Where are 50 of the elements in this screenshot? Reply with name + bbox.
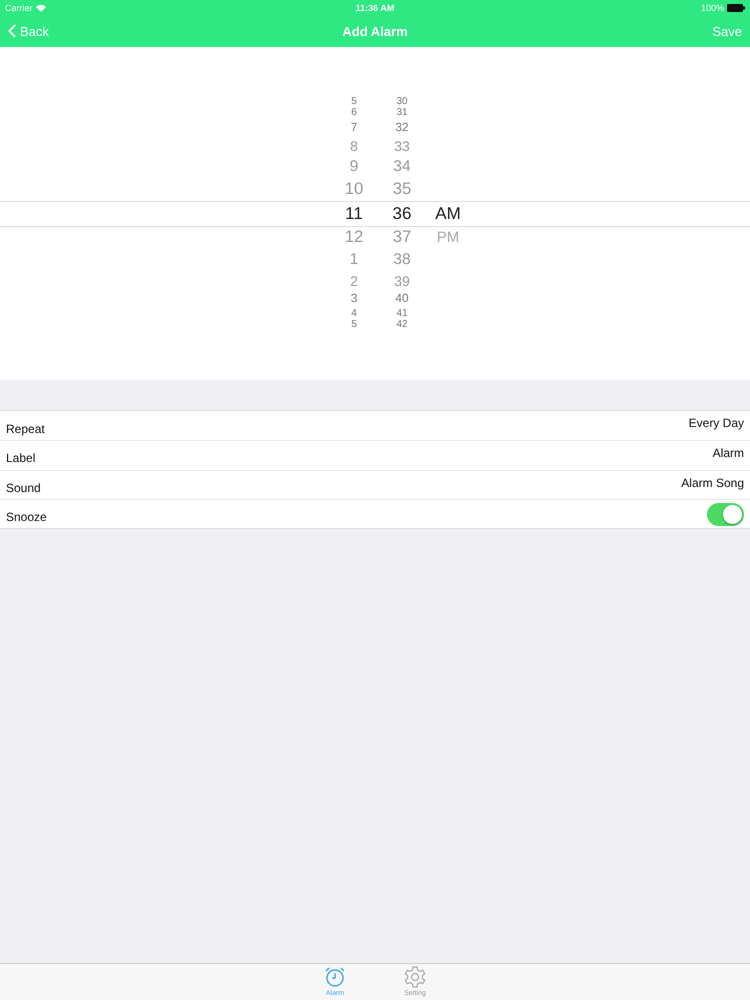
picker-item[interactable]: 41 xyxy=(396,309,408,320)
picker-item[interactable]: 37 xyxy=(392,228,412,246)
alarm-clock-icon xyxy=(323,965,347,989)
picker-item[interactable]: 11 xyxy=(345,205,363,222)
nav-title: Add Alarm xyxy=(342,24,408,38)
settings-row[interactable]: Label Alarm xyxy=(0,440,750,470)
picker-item[interactable]: 42 xyxy=(396,320,408,330)
picker-item[interactable]: 10 xyxy=(344,181,364,198)
picker-item[interactable]: 7 xyxy=(350,122,358,134)
setting-label: Snooze xyxy=(6,510,47,524)
picker-item[interactable]: 32 xyxy=(395,122,409,134)
picker-item[interactable]: AM xyxy=(435,205,461,222)
picker-item[interactable]: PM xyxy=(436,230,460,245)
wifi-icon xyxy=(36,4,46,12)
picker-item[interactable]: 38 xyxy=(393,252,411,268)
picker-item[interactable]: 4 xyxy=(351,309,357,320)
picker-item[interactable]: 5 xyxy=(351,320,357,330)
picker-item[interactable]: 39 xyxy=(394,274,410,288)
picker-item[interactable]: 12 xyxy=(344,228,364,246)
carrier-name: Carrier xyxy=(5,2,33,12)
picker-item[interactable]: 30 xyxy=(396,97,408,108)
picker-item[interactable]: 8 xyxy=(350,138,358,153)
status-time: 11:36 AM xyxy=(356,2,394,12)
battery-icon xyxy=(727,4,745,12)
settings-row[interactable]: Sound Alarm Song xyxy=(0,470,750,499)
picker-item[interactable]: 33 xyxy=(394,138,410,153)
picker-item[interactable]: 3 xyxy=(350,293,358,306)
snooze-toggle[interactable] xyxy=(707,502,744,526)
picker-item[interactable]: 31 xyxy=(396,108,408,118)
setting-label: Sound xyxy=(6,480,41,495)
setting-label: Repeat xyxy=(6,422,45,436)
setting-label: Label xyxy=(6,451,36,466)
picker-item[interactable]: 1 xyxy=(350,252,358,268)
picker-item[interactable]: 6 xyxy=(351,108,357,118)
setting-value: Alarm Song xyxy=(681,476,744,490)
picker-item[interactable]: 34 xyxy=(393,159,411,175)
setting-value: Alarm xyxy=(712,446,744,460)
chevron-left-icon xyxy=(8,24,17,38)
picker-item[interactable]: 2 xyxy=(350,274,358,288)
battery-percent: 100% xyxy=(700,2,724,12)
settings-row[interactable]: Snooze xyxy=(0,498,750,528)
picker-item[interactable]: 35 xyxy=(392,181,412,198)
picker-item[interactable]: 40 xyxy=(395,293,409,306)
setting-value: Every Day xyxy=(688,416,744,430)
settings-row[interactable]: Repeat Every Day xyxy=(0,411,750,440)
time-picker[interactable]: 5 6 7 8 9 10 11 12 1 2 3 4 5 30 31 32 33 34 35 36 37 38 39 40 41 42 AM PM xyxy=(0,47,750,380)
picker-item[interactable]: 5 xyxy=(351,97,357,108)
gear-icon xyxy=(403,965,427,989)
picker-item[interactable]: 36 xyxy=(392,205,412,222)
picker-item[interactable]: 9 xyxy=(350,159,358,175)
